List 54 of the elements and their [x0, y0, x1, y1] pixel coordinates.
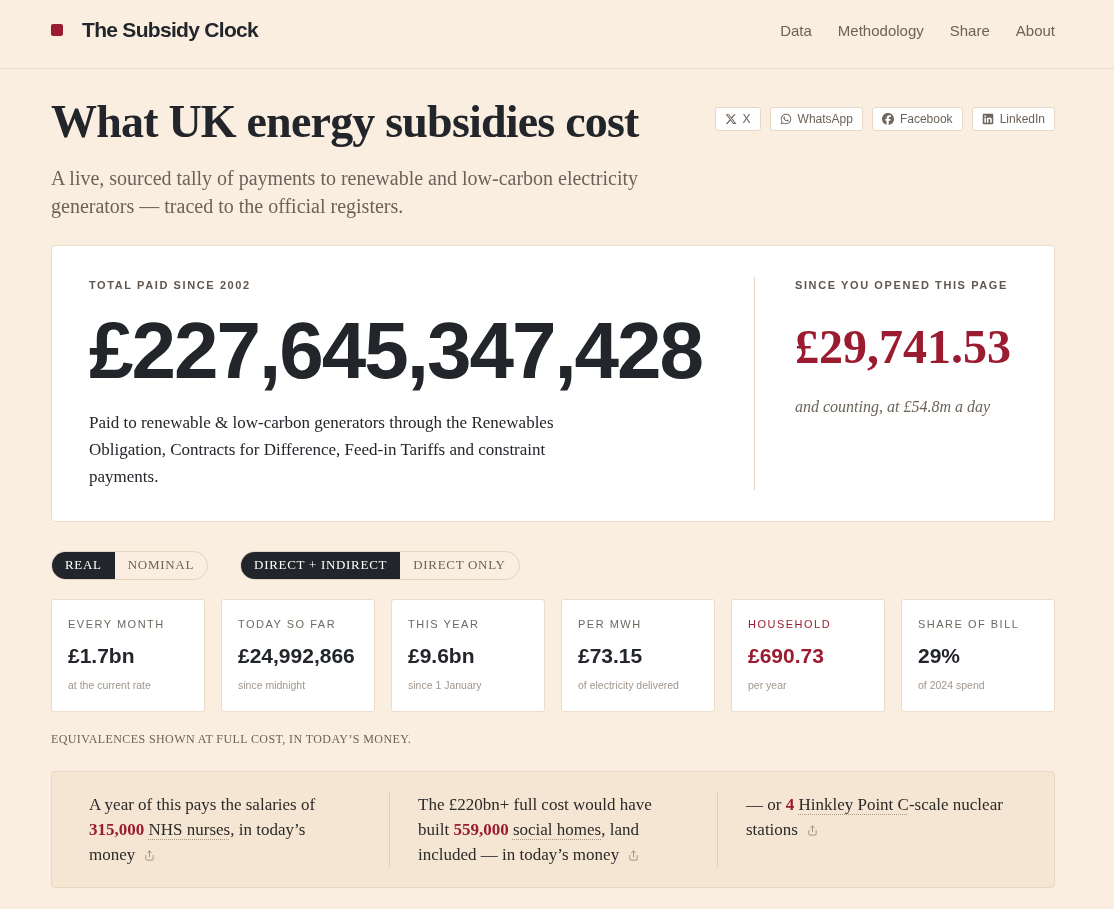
- total-label: TOTAL PAID SINCE 2002: [89, 277, 251, 293]
- toggle-option[interactable]: NOMINAL: [114, 551, 208, 579]
- stat-value: £690.73: [748, 642, 824, 669]
- session-label: SINCE YOU OPENED THIS PAGE: [795, 277, 1008, 293]
- stat-note: since 1 January: [408, 677, 482, 692]
- equivalence-text: A year of this pays the salaries of 315,000 NHS nurses, in today’s money: [89, 794, 316, 864]
- equivalence-text: — or 4 Hinkley Point C-scale nuclear stations: [746, 794, 1003, 839]
- facebook-logo-icon: [881, 113, 894, 125]
- stat-note: of electricity delivered: [578, 677, 679, 692]
- logo-square-icon: [51, 24, 63, 36]
- equivalence-link[interactable]: Hinkley Point C: [798, 794, 909, 814]
- total-amount: £227,645,347,428: [89, 310, 703, 391]
- stat-note: at the current rate: [68, 677, 151, 692]
- share-icon[interactable]: [806, 824, 818, 836]
- stat-value: £73.15: [578, 642, 643, 669]
- toggle-option[interactable]: DIRECT ONLY: [400, 551, 519, 579]
- nav-link[interactable]: Share: [949, 21, 990, 39]
- toggle-option[interactable]: DIRECT + INDIRECT: [241, 551, 401, 579]
- total-description: Paid to renewable & low-carbon generators through the Renewables Obligation, Contracts for Difference, Feed-in Tariffs and constraint payments.: [89, 411, 555, 488]
- linkedin-logo-icon: [981, 113, 994, 125]
- whatsapp-logo-icon: [779, 113, 792, 125]
- share-button[interactable]: Facebook: [871, 107, 963, 131]
- stat-value: 29%: [918, 642, 961, 669]
- nav-link[interactable]: Data: [780, 21, 812, 39]
- equivalence-text: The £220bn+ full cost would have built 559,000 social homes, land included — in today’s money: [418, 794, 652, 864]
- x-logo-icon: [724, 113, 737, 125]
- stat-value: £9.6bn: [408, 642, 475, 669]
- page-subtitle: A live, sourced tally of payments to renewable and low-carbon electricity generators — traced to the official registers.: [51, 165, 639, 220]
- session-note: and counting, at £54.8m a day: [795, 397, 991, 418]
- share-button[interactable]: X: [714, 107, 761, 131]
- nav-link[interactable]: About: [1015, 21, 1055, 39]
- share-button[interactable]: LinkedIn: [971, 107, 1055, 131]
- stat-note: of 2024 spend: [918, 677, 985, 692]
- equivalence-link[interactable]: social homes: [512, 819, 602, 839]
- share-icon[interactable]: [628, 849, 640, 861]
- toggle-option[interactable]: REAL: [52, 551, 115, 579]
- stat-value: £1.7bn: [68, 642, 135, 669]
- stat-value: £24,992,866: [238, 642, 355, 669]
- share-icon[interactable]: [144, 849, 156, 861]
- session-amount: £29,741.53: [795, 320, 1011, 374]
- share-button[interactable]: WhatsApp: [769, 107, 863, 131]
- stat-label: THIS YEAR: [408, 616, 480, 631]
- nav-link[interactable]: Methodology: [837, 21, 924, 39]
- stat-label: PER MWH: [578, 616, 642, 631]
- site-title: The Subsidy Clock: [82, 18, 258, 42]
- stat-note: since midnight: [238, 677, 306, 692]
- stat-label: EVERY MONTH: [68, 616, 165, 631]
- stat-label: HOUSEHOLD: [748, 616, 832, 631]
- stat-note: per year: [748, 677, 787, 692]
- page-title: What UK energy subsidies cost: [51, 97, 639, 148]
- stat-label: TODAY SO FAR: [238, 616, 337, 631]
- stat-label: SHARE OF BILL: [918, 616, 1020, 631]
- equivalence-link[interactable]: NHS nurses: [148, 819, 231, 839]
- equivalences-note: EQUIVALENCES SHOWN AT FULL COST, IN TODAY’S MONEY.: [51, 730, 413, 747]
